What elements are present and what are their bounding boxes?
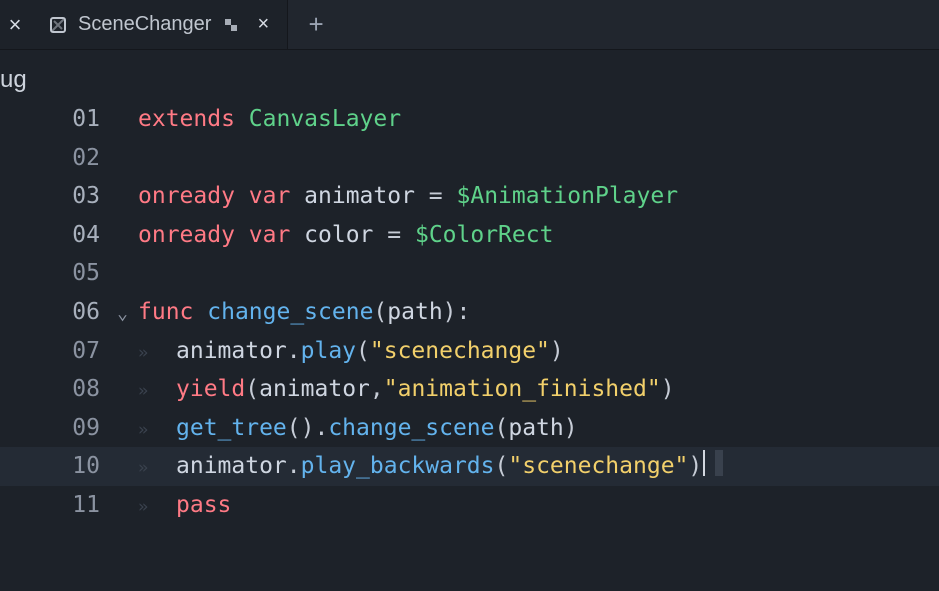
tab-bar: × SceneChanger × +: [0, 0, 939, 50]
token: change_scene: [207, 299, 373, 325]
code-line[interactable]: 06⌄func change_scene(path):: [0, 293, 939, 332]
line-number[interactable]: 04: [0, 216, 108, 255]
tab-title: SceneChanger: [78, 13, 211, 36]
indent-guide-icon: »: [138, 411, 176, 450]
script-icon: [48, 15, 68, 35]
token: animator: [176, 338, 287, 364]
token: animator: [176, 453, 287, 479]
token: get_tree: [176, 415, 287, 441]
code-content[interactable]: » animator.play("scenechange"): [108, 332, 564, 373]
token: animator: [259, 376, 370, 402]
line-number[interactable]: 09: [0, 409, 108, 448]
token: path: [387, 299, 442, 325]
token: =: [429, 183, 457, 209]
indent-guide-icon: »: [138, 372, 176, 411]
code-line[interactable]: 03onready var animator = $AnimationPlaye…: [0, 177, 939, 216]
token: var: [249, 183, 304, 209]
line-number[interactable]: 07: [0, 332, 108, 371]
token: .: [287, 453, 301, 479]
code-line[interactable]: 11» pass: [0, 486, 939, 525]
code-content[interactable]: » get_tree().change_scene(path): [108, 409, 578, 450]
code-line[interactable]: 01extends CanvasLayer: [0, 100, 939, 139]
token: func: [138, 299, 207, 325]
token: $ColorRect: [415, 222, 553, 248]
plus-icon: +: [309, 9, 324, 40]
token: animator: [304, 183, 429, 209]
code-line[interactable]: 07» animator.play("scenechange"): [0, 332, 939, 371]
token: (: [495, 453, 509, 479]
token: ): [564, 415, 578, 441]
token: (: [373, 299, 387, 325]
code-content[interactable]: onready var color = $ColorRect: [108, 216, 553, 255]
line-number[interactable]: 05: [0, 254, 108, 293]
fold-toggle-icon[interactable]: ⌄: [117, 295, 128, 334]
code-content[interactable]: » animator.play_backwards("scenechange"): [108, 447, 723, 488]
code-content[interactable]: » pass: [108, 486, 231, 527]
token: =: [387, 222, 415, 248]
line-number[interactable]: 01: [0, 100, 108, 139]
prev-tab-close-button[interactable]: ×: [0, 0, 30, 49]
code-editor[interactable]: 01extends CanvasLayer0203onready var ani…: [0, 100, 939, 591]
token: "scenechange": [370, 338, 550, 364]
code-line[interactable]: 02: [0, 139, 939, 178]
token: pass: [176, 492, 231, 518]
token: (: [356, 338, 370, 364]
token: play: [301, 338, 356, 364]
token: $AnimationPlayer: [457, 183, 679, 209]
token: path: [508, 415, 563, 441]
token: color: [304, 222, 387, 248]
text-caret: [703, 450, 705, 476]
truncated-panel-label: ug: [0, 62, 33, 98]
token: ): [661, 376, 675, 402]
token: "animation_finished": [384, 376, 661, 402]
line-number[interactable]: 06⌄: [0, 293, 108, 332]
token: play_backwards: [301, 453, 495, 479]
close-icon: ×: [9, 12, 22, 38]
line-number[interactable]: 10: [0, 447, 108, 486]
new-tab-button[interactable]: +: [288, 0, 344, 49]
token: var: [249, 222, 304, 248]
code-line[interactable]: 05: [0, 254, 939, 293]
tab-scenechanger[interactable]: SceneChanger ×: [30, 0, 288, 49]
gdscript-icon: [221, 15, 241, 35]
token: (: [245, 376, 259, 402]
code-line[interactable]: 04onready var color = $ColorRect: [0, 216, 939, 255]
code-content[interactable]: » yield(animator,"animation_finished"): [108, 370, 675, 411]
line-number[interactable]: 11: [0, 486, 108, 525]
line-number[interactable]: 03: [0, 177, 108, 216]
tab-close-button[interactable]: ×: [257, 13, 269, 36]
code-line[interactable]: 08» yield(animator,"animation_finished"): [0, 370, 939, 409]
token: CanvasLayer: [249, 106, 401, 132]
code-content[interactable]: func change_scene(path):: [108, 293, 470, 332]
token: ): [688, 453, 702, 479]
code-line[interactable]: 10» animator.play_backwards("scenechange…: [0, 447, 939, 486]
indent-guide-icon: »: [138, 449, 176, 488]
indent-guide-icon: »: [138, 334, 176, 373]
token: ().: [287, 415, 329, 441]
line-number[interactable]: 08: [0, 370, 108, 409]
indent-guide-icon: »: [138, 488, 176, 527]
selection-hint: [715, 450, 723, 476]
token: (: [495, 415, 509, 441]
token: extends: [138, 106, 249, 132]
token: ):: [443, 299, 471, 325]
token: ): [550, 338, 564, 364]
token: .: [287, 338, 301, 364]
code-content[interactable]: onready var animator = $AnimationPlayer: [108, 177, 678, 216]
line-number[interactable]: 02: [0, 139, 108, 178]
token: "scenechange": [508, 453, 688, 479]
token: change_scene: [328, 415, 494, 441]
token: yield: [176, 376, 245, 402]
token: onready: [138, 222, 249, 248]
token: onready: [138, 183, 249, 209]
code-content[interactable]: extends CanvasLayer: [108, 100, 401, 139]
token: ,: [370, 376, 384, 402]
code-line[interactable]: 09» get_tree().change_scene(path): [0, 409, 939, 448]
